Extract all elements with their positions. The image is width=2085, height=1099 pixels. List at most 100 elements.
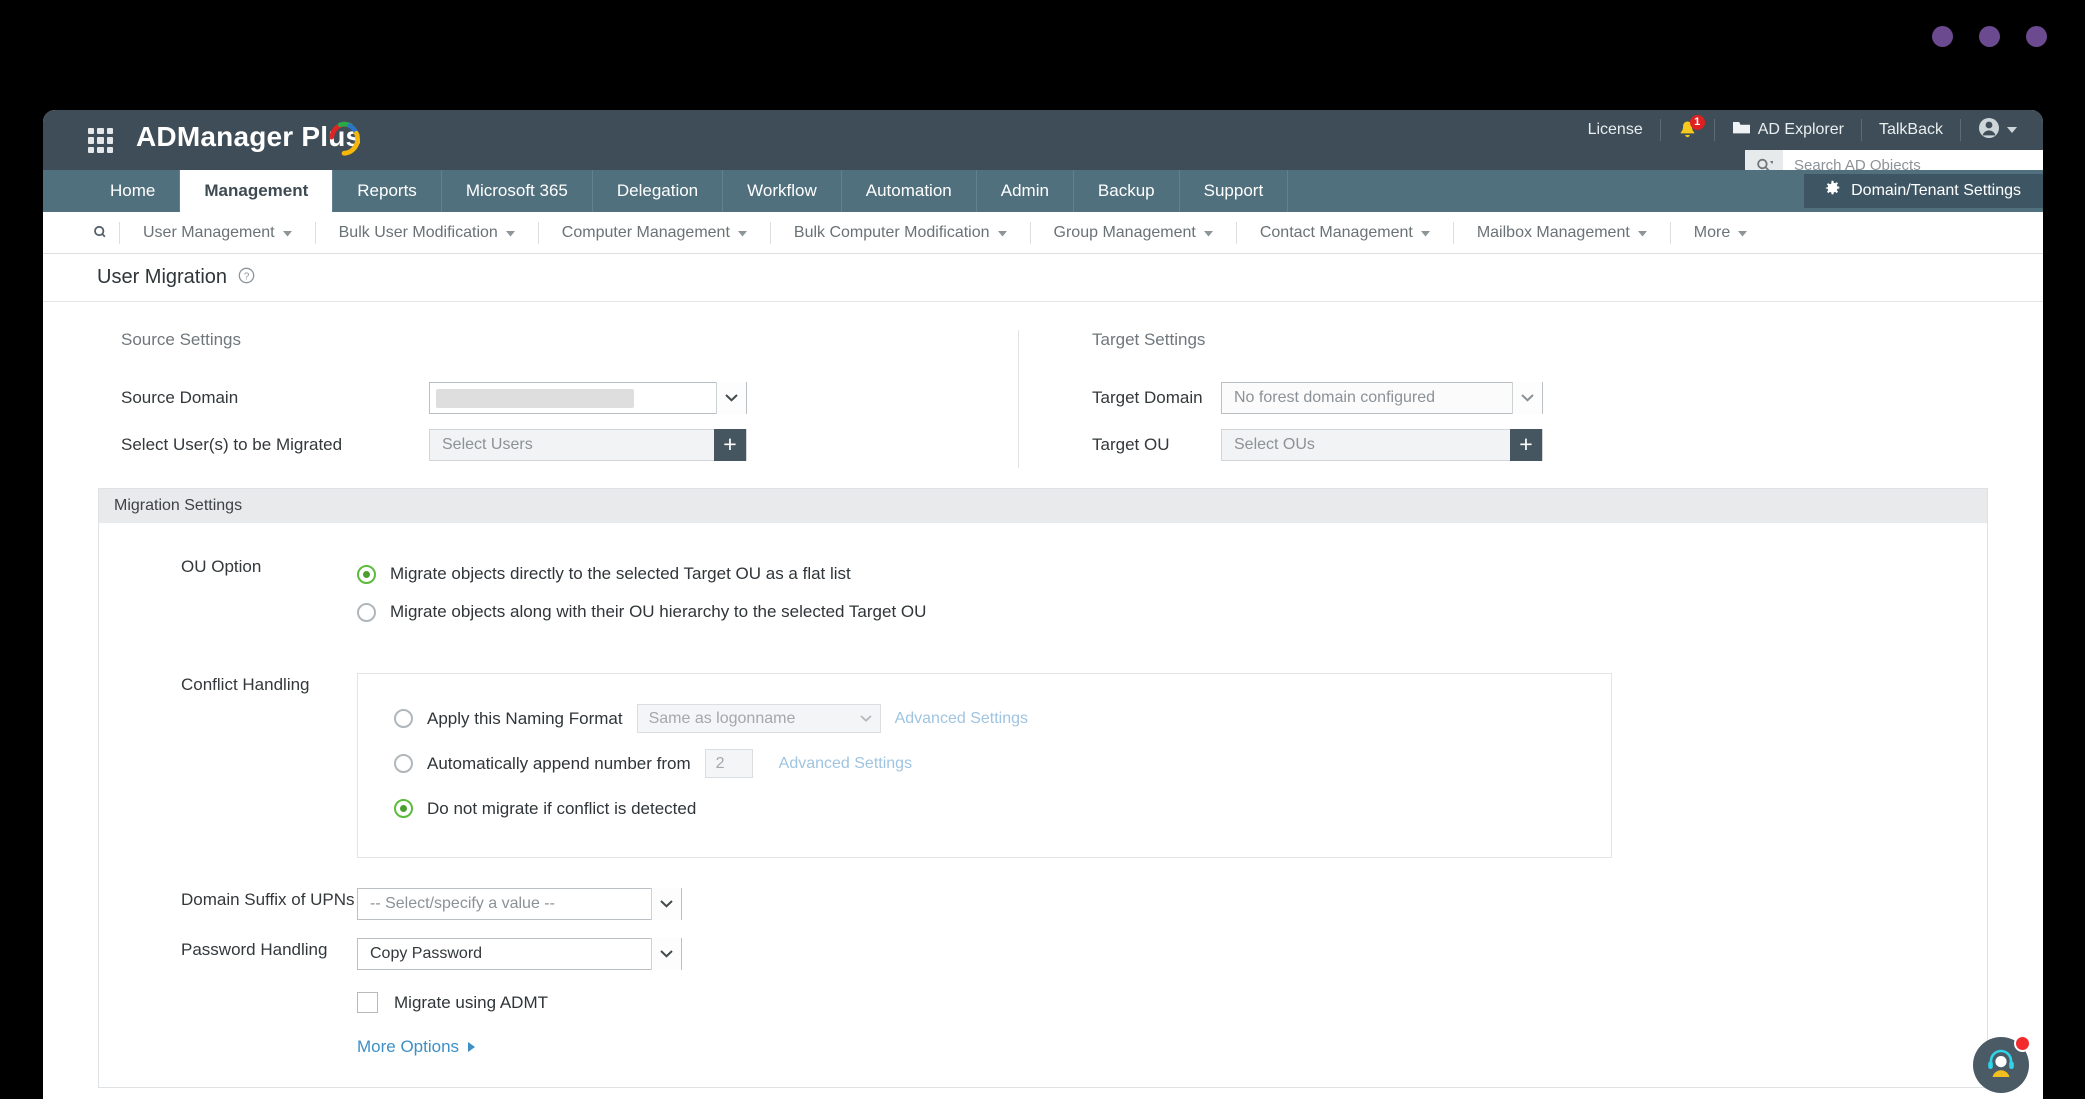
window-dot[interactable] bbox=[1932, 26, 1953, 47]
tab-workflow[interactable]: Workflow bbox=[723, 170, 842, 212]
domain-suffix-row: Domain Suffix of UPNs -- Select/specify … bbox=[99, 888, 1987, 920]
subnav-label: Mailbox Management bbox=[1477, 224, 1630, 242]
domain-tenant-settings-label: Domain/Tenant Settings bbox=[1851, 182, 2021, 200]
window-dot[interactable] bbox=[1979, 26, 2000, 47]
conflict-naming-format-label: Apply this Naming Format bbox=[427, 709, 623, 729]
append-number-input[interactable]: 2 bbox=[705, 749, 753, 778]
triangle-right-icon bbox=[468, 1037, 476, 1057]
subnav-label: More bbox=[1694, 224, 1730, 242]
domain-tenant-settings-button[interactable]: Domain/Tenant Settings bbox=[1804, 174, 2043, 208]
chevron-down-icon[interactable] bbox=[716, 382, 746, 414]
tab-management[interactable]: Management bbox=[180, 170, 333, 212]
more-options-link[interactable]: More Options bbox=[357, 1037, 476, 1057]
naming-format-advanced-settings-link[interactable]: Advanced Settings bbox=[895, 710, 1028, 728]
user-avatar-icon bbox=[1978, 117, 2000, 144]
subnav-item-contact-management[interactable]: Contact Management bbox=[1236, 222, 1453, 244]
subnav-item-bulk-user-modification[interactable]: Bulk User Modification bbox=[315, 222, 538, 244]
password-handling-value: Copy Password bbox=[358, 945, 651, 963]
caret-down-icon bbox=[998, 224, 1007, 242]
support-chat-widget[interactable] bbox=[1973, 1037, 2029, 1093]
target-ou-picker[interactable]: Select OUs + bbox=[1221, 429, 1543, 461]
conflict-option-do-not-migrate[interactable]: Do not migrate if conflict is detected bbox=[394, 786, 1611, 831]
migrate-using-admt-option[interactable]: Migrate using ADMT bbox=[357, 992, 548, 1013]
admt-checkbox-row: Migrate using ADMT bbox=[99, 992, 1987, 1013]
conflict-append-number-label: Automatically append number from bbox=[427, 754, 691, 774]
domain-suffix-value: -- Select/specify a value -- bbox=[358, 895, 651, 913]
help-circle-icon[interactable]: ? bbox=[238, 267, 255, 289]
tab-home[interactable]: Home bbox=[86, 170, 180, 212]
subnav-item-user-management[interactable]: User Management bbox=[119, 222, 315, 244]
append-number-advanced-settings-link[interactable]: Advanced Settings bbox=[779, 755, 912, 773]
password-handling-select[interactable]: Copy Password bbox=[357, 938, 682, 970]
support-headset-icon bbox=[1984, 1046, 2018, 1085]
chevron-down-icon[interactable] bbox=[852, 715, 880, 722]
target-domain-value: No forest domain configured bbox=[1222, 389, 1512, 407]
plus-icon[interactable]: + bbox=[1510, 429, 1542, 461]
window-dot[interactable] bbox=[2026, 26, 2047, 47]
page-title-bar: User Migration ? bbox=[43, 254, 2043, 302]
subnav-label: Contact Management bbox=[1260, 224, 1413, 242]
tab-delegation[interactable]: Delegation bbox=[593, 170, 723, 212]
subnav-item-computer-management[interactable]: Computer Management bbox=[538, 222, 770, 244]
svg-text:?: ? bbox=[244, 271, 250, 282]
chevron-down-icon[interactable] bbox=[651, 938, 681, 970]
ad-explorer-link[interactable]: AD Explorer bbox=[1715, 119, 1862, 141]
talkback-link[interactable]: TalkBack bbox=[1862, 119, 1961, 141]
migration-settings-panel: Migration Settings OU Option Migrate obj… bbox=[98, 488, 1988, 1088]
chevron-down-icon[interactable] bbox=[651, 888, 681, 920]
subnav-search-icon[interactable] bbox=[83, 225, 119, 241]
radio-button[interactable] bbox=[394, 709, 413, 728]
subnav-label: Bulk Computer Modification bbox=[794, 224, 990, 242]
caret-down-icon bbox=[1421, 224, 1430, 242]
os-window: ADManager Plus License 1 bbox=[0, 0, 2085, 1099]
tab-admin[interactable]: Admin bbox=[977, 170, 1074, 212]
plus-icon[interactable]: + bbox=[714, 429, 746, 461]
header-actions: License 1 bbox=[1571, 110, 2021, 150]
target-domain-select[interactable]: No forest domain configured bbox=[1221, 382, 1543, 414]
ou-option-row: OU Option Migrate objects directly to th… bbox=[99, 555, 1987, 631]
ou-option-hierarchy[interactable]: Migrate objects along with their OU hier… bbox=[357, 593, 926, 631]
tab-microsoft-365[interactable]: Microsoft 365 bbox=[442, 170, 593, 212]
tab-backup[interactable]: Backup bbox=[1074, 170, 1180, 212]
domain-suffix-label: Domain Suffix of UPNs bbox=[99, 888, 357, 920]
user-account-menu[interactable] bbox=[1961, 119, 2021, 141]
tab-support[interactable]: Support bbox=[1180, 170, 1289, 212]
ou-option-flat-list[interactable]: Migrate objects directly to the selected… bbox=[357, 555, 926, 593]
subnav-item-more[interactable]: More bbox=[1670, 222, 1770, 244]
app-grid-icon[interactable] bbox=[88, 128, 113, 153]
notification-bell-button[interactable]: 1 bbox=[1661, 119, 1715, 141]
license-link[interactable]: License bbox=[1571, 119, 1661, 141]
caret-down-icon bbox=[283, 224, 292, 242]
app-header: ADManager Plus License 1 bbox=[43, 110, 2043, 170]
tab-automation[interactable]: Automation bbox=[842, 170, 977, 212]
migrate-using-admt-checkbox[interactable] bbox=[357, 992, 378, 1013]
conflict-option-naming-format[interactable]: Apply this Naming Format Same as logonna… bbox=[394, 696, 1611, 741]
caret-down-icon bbox=[738, 224, 747, 242]
os-titlebar bbox=[0, 0, 2085, 82]
conflict-option-append-number[interactable]: Automatically append number from 2 Advan… bbox=[394, 741, 1611, 786]
chevron-down-icon bbox=[2007, 121, 2017, 139]
subnav-label: Bulk User Modification bbox=[339, 224, 498, 242]
tab-reports[interactable]: Reports bbox=[333, 170, 442, 212]
source-domain-label: Source Domain bbox=[121, 388, 429, 408]
gear-icon bbox=[1824, 180, 1841, 202]
chevron-down-icon[interactable] bbox=[1512, 382, 1542, 414]
conflict-do-not-migrate-label: Do not migrate if conflict is detected bbox=[427, 799, 696, 819]
ou-option-hierarchy-label: Migrate objects along with their OU hier… bbox=[390, 602, 926, 622]
subnav-item-group-management[interactable]: Group Management bbox=[1030, 222, 1236, 244]
target-domain-row: Target Domain No forest domain configure… bbox=[1092, 374, 2038, 421]
radio-button[interactable] bbox=[394, 799, 413, 818]
domain-suffix-select[interactable]: -- Select/specify a value -- bbox=[357, 888, 682, 920]
license-label: License bbox=[1588, 121, 1643, 139]
target-settings-title: Target Settings bbox=[1092, 330, 2038, 350]
source-domain-select[interactable] bbox=[429, 382, 747, 414]
radio-button[interactable] bbox=[357, 565, 376, 584]
more-options-row: More Options bbox=[99, 1037, 1987, 1057]
radio-button[interactable] bbox=[357, 603, 376, 622]
subnav-item-bulk-computer-modification[interactable]: Bulk Computer Modification bbox=[770, 222, 1030, 244]
select-users-picker[interactable]: Select Users + bbox=[429, 429, 747, 461]
subnav-item-mailbox-management[interactable]: Mailbox Management bbox=[1453, 222, 1670, 244]
target-domain-label: Target Domain bbox=[1092, 388, 1221, 408]
radio-button[interactable] bbox=[394, 754, 413, 773]
naming-format-select[interactable]: Same as logonname bbox=[637, 704, 881, 733]
